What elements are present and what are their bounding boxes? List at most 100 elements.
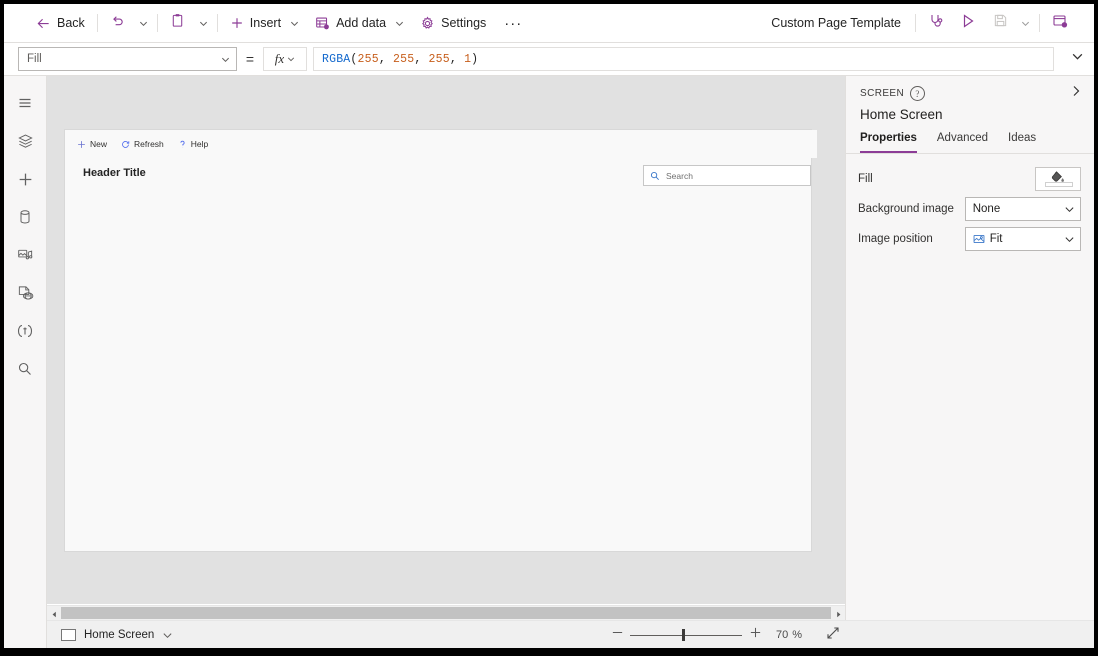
- image-position-value: Fit: [990, 233, 1003, 245]
- app-command-refresh[interactable]: Refresh: [115, 137, 170, 151]
- chevron-down-icon: [287, 8, 299, 38]
- sidebar-item-search[interactable]: [4, 350, 46, 388]
- data-icon: [17, 209, 33, 225]
- sidebar-item-variables[interactable]: [4, 312, 46, 350]
- scroll-right-button[interactable]: [831, 606, 845, 621]
- chevron-down-icon: [199, 19, 208, 28]
- scroll-left-button[interactable]: [47, 606, 61, 621]
- toolbar-divider: [217, 14, 218, 32]
- sidebar-item-power-automate[interactable]: [4, 274, 46, 312]
- equals-sign: =: [237, 51, 263, 67]
- collapse-panel-button[interactable]: [1069, 84, 1083, 103]
- fx-label: fx: [275, 51, 284, 67]
- paste-dropdown-button[interactable]: [194, 8, 213, 38]
- fit-to-screen-icon: [826, 626, 840, 645]
- property-label-image-position: Image position: [854, 233, 965, 245]
- image-position-dropdown[interactable]: Fit: [965, 227, 1081, 251]
- app-search-placeholder: Search: [666, 171, 693, 181]
- property-row-fill: Fill: [854, 164, 1081, 194]
- zoom-out-button[interactable]: [604, 622, 630, 648]
- publish-button[interactable]: [1044, 8, 1076, 38]
- play-icon: [960, 13, 976, 34]
- sidebar-item-media[interactable]: [4, 236, 46, 274]
- formula-token-open-paren: (: [350, 53, 357, 66]
- properties-panel-tabs: Properties Advanced Ideas: [846, 122, 1094, 154]
- tab-ideas[interactable]: Ideas: [1008, 132, 1036, 153]
- sidebar-item-insert[interactable]: [4, 160, 46, 198]
- formula-token-close-paren: ): [471, 53, 478, 66]
- search-icon: [17, 361, 33, 377]
- formula-input[interactable]: RGBA(255, 255, 255, 1): [313, 47, 1054, 71]
- formula-token-alpha: 1: [464, 53, 471, 66]
- tab-advanced[interactable]: Advanced: [937, 132, 988, 153]
- settings-label: Settings: [441, 16, 486, 30]
- undo-dropdown-button[interactable]: [134, 8, 153, 38]
- fill-color-swatch: [1045, 182, 1073, 187]
- property-selector[interactable]: Fill: [18, 47, 237, 71]
- back-button[interactable]: Back: [28, 8, 93, 38]
- undo-button[interactable]: [102, 8, 134, 38]
- app-command-refresh-label: Refresh: [134, 139, 164, 149]
- refresh-icon: [121, 140, 130, 149]
- formula-bar: Fill = fx RGBA(255, 255, 255, 1): [4, 43, 1094, 76]
- search-icon: [650, 171, 660, 181]
- insert-icon: [17, 171, 34, 188]
- insert-button[interactable]: Insert: [222, 8, 307, 38]
- app-screen-canvas[interactable]: New Refresh: [65, 130, 811, 551]
- menu-icon: [17, 95, 33, 111]
- fx-button[interactable]: fx: [263, 47, 307, 71]
- toolbar-right-group: Custom Page Template: [761, 8, 1094, 38]
- zoom-in-button[interactable]: [742, 622, 768, 648]
- app-search-input[interactable]: Search: [643, 165, 811, 186]
- app-command-new[interactable]: New: [71, 137, 113, 151]
- toolbar-divider: [1039, 14, 1040, 32]
- canvas-horizontal-scrollbar[interactable]: [47, 605, 845, 621]
- preview-button[interactable]: [952, 8, 984, 38]
- scrollbar-track[interactable]: [61, 606, 831, 621]
- minus-icon: [611, 626, 624, 644]
- background-image-dropdown[interactable]: None: [965, 197, 1081, 221]
- property-label-background-image: Background image: [854, 203, 965, 215]
- app-command-help[interactable]: Help: [172, 137, 214, 151]
- canvas-area[interactable]: New Refresh: [47, 76, 845, 604]
- fit-to-screen-button[interactable]: [816, 622, 850, 648]
- formula-token-red: 255: [358, 53, 379, 66]
- fill-color-button[interactable]: [1035, 167, 1081, 191]
- app-command-bar: New Refresh: [65, 130, 817, 158]
- sidebar-item-menu[interactable]: [4, 84, 46, 122]
- save-button[interactable]: [984, 8, 1016, 38]
- add-data-button[interactable]: Add data: [307, 8, 412, 38]
- app-command-help-label: Help: [191, 139, 208, 149]
- zoom-controls: 70 %: [604, 622, 1094, 648]
- property-row-background-image: Background image None: [854, 194, 1081, 224]
- save-dropdown-button[interactable]: [1016, 8, 1035, 38]
- property-selector-value: Fill: [27, 53, 42, 65]
- help-icon[interactable]: ?: [910, 86, 925, 101]
- formula-bar-expand-button[interactable]: [1060, 50, 1094, 68]
- properties-rows: Fill Background image None: [846, 154, 1094, 254]
- app-command-new-label: New: [90, 139, 107, 149]
- scrollbar-thumb[interactable]: [61, 607, 831, 619]
- question-icon: [178, 140, 187, 149]
- insert-label: Insert: [250, 16, 281, 30]
- tab-properties[interactable]: Properties: [860, 132, 917, 153]
- app-name-label: Custom Page Template: [761, 16, 911, 30]
- toolbar-left-group: Back: [4, 8, 532, 38]
- paste-button[interactable]: [162, 8, 194, 38]
- chevron-down-icon: [139, 19, 148, 28]
- arrow-left-icon: [36, 16, 51, 31]
- overflow-menu-button[interactable]: ···: [494, 15, 532, 32]
- sidebar-item-data[interactable]: [4, 198, 46, 236]
- sidebar-item-tree-view[interactable]: [4, 122, 46, 160]
- settings-button[interactable]: Settings: [412, 8, 494, 38]
- formula-token-function: RGBA: [322, 53, 350, 66]
- background-image-value: None: [973, 203, 1001, 215]
- top-command-bar: Back: [4, 4, 1094, 43]
- chevron-down-icon: [392, 8, 404, 38]
- screen-selector[interactable]: Home Screen: [61, 629, 173, 641]
- add-data-label: Add data: [336, 16, 386, 30]
- app-checker-button[interactable]: [920, 8, 952, 38]
- zoom-slider[interactable]: [630, 622, 742, 648]
- status-bar: Home Screen 70 %: [47, 620, 1094, 648]
- zoom-slider-thumb[interactable]: [682, 629, 685, 641]
